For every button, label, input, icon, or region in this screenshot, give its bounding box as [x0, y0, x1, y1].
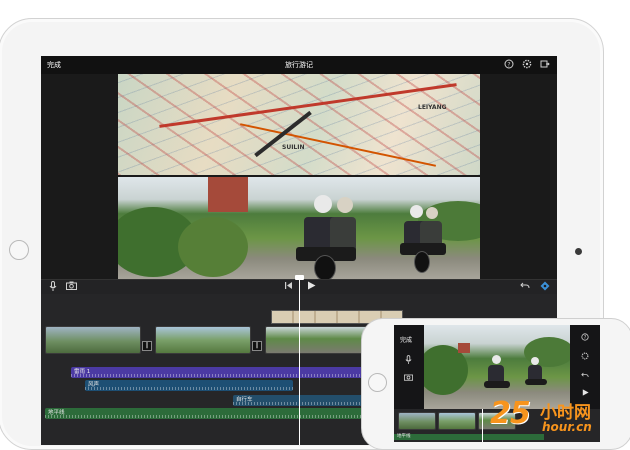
audio-track[interactable]: 地平线 — [45, 408, 375, 419]
map-label: SUILIN — [282, 144, 305, 151]
map-label: LEIYANG — [418, 104, 447, 111]
video-clip[interactable] — [438, 412, 476, 430]
play-icon[interactable] — [305, 281, 317, 295]
site-watermark: 25 小时网 hour.cn — [490, 396, 615, 442]
helmet — [492, 355, 501, 364]
help-icon[interactable]: ? — [579, 333, 591, 343]
wheel — [314, 255, 336, 279]
motorcycle-video-preview — [118, 177, 480, 279]
video-clip[interactable] — [155, 326, 251, 354]
audio-track[interactable]: 风声 — [85, 380, 293, 391]
svg-text:?: ? — [507, 62, 510, 69]
preview-viewer[interactable]: SUILIN LEIYANG — [41, 74, 557, 279]
transition-marker[interactable]: ‖ — [252, 341, 262, 351]
undo-icon[interactable] — [579, 371, 591, 381]
watermark-number: 25 — [490, 396, 531, 431]
video-clip[interactable] — [398, 412, 436, 430]
undo-icon[interactable] — [519, 281, 531, 295]
motorcycle — [525, 379, 547, 385]
video-clip[interactable] — [45, 326, 141, 354]
top-bar: 完成 旅行游记 ? — [41, 56, 557, 74]
ipad-home-button[interactable] — [9, 240, 29, 260]
settings-icon[interactable] — [521, 59, 533, 71]
helmet — [314, 195, 332, 213]
audio-track-label: 地平线 — [397, 434, 411, 439]
camera-icon[interactable] — [65, 281, 77, 295]
iphone-home-button[interactable] — [368, 373, 387, 392]
transition-marker[interactable]: ‖ — [142, 341, 152, 351]
ipad-camera — [575, 248, 582, 255]
waveform — [85, 387, 293, 390]
audio-track[interactable]: 雷雨 1 — [71, 367, 391, 378]
map-road — [159, 83, 457, 128]
waveform — [71, 374, 391, 377]
project-title: 旅行游记 — [285, 61, 313, 69]
playhead[interactable] — [482, 409, 483, 442]
microphone-icon[interactable] — [402, 355, 414, 366]
helmet — [337, 197, 353, 213]
iphone-done-button[interactable]: 完成 — [400, 335, 412, 344]
helmet — [410, 205, 423, 218]
helmet — [531, 357, 539, 365]
watermark-url: hour.cn — [542, 420, 592, 434]
iphone-left-toolbar: 完成 — [394, 325, 424, 409]
wheel — [414, 251, 430, 273]
export-icon[interactable] — [539, 59, 551, 71]
helmet — [426, 207, 438, 219]
building — [208, 177, 248, 212]
skip-back-icon[interactable] — [282, 281, 294, 295]
waveform — [45, 415, 375, 418]
camera-icon[interactable] — [402, 373, 414, 383]
help-icon[interactable]: ? — [503, 59, 515, 71]
foliage — [178, 217, 248, 277]
motorcycle — [484, 381, 510, 388]
map-clip-preview: SUILIN LEIYANG — [118, 74, 480, 175]
building — [458, 343, 470, 353]
settings-icon[interactable] — [579, 352, 591, 362]
playhead[interactable] — [299, 278, 300, 445]
